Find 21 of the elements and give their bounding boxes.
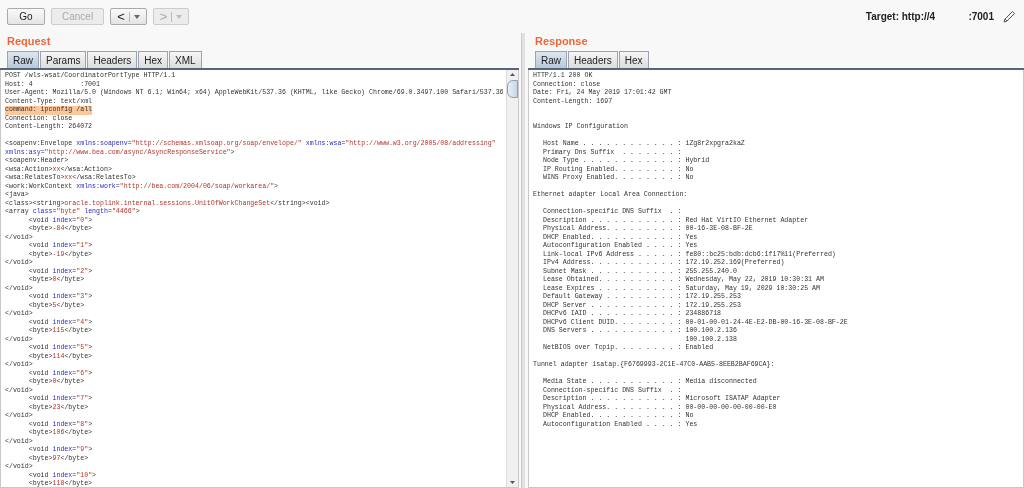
- pane-title: Response: [534, 34, 589, 49]
- pane-title: Request: [6, 34, 52, 49]
- tab[interactable]: Hex: [618, 51, 649, 68]
- pencil-icon[interactable]: [1002, 9, 1016, 24]
- toolbar-button[interactable]: Go: [7, 8, 45, 25]
- tab[interactable]: Hex: [138, 51, 169, 68]
- tab[interactable]: Raw: [7, 51, 39, 68]
- scroll-thumb[interactable]: [507, 80, 518, 98]
- response-editor[interactable]: [528, 70, 1024, 488]
- tab[interactable]: XML: [169, 51, 202, 68]
- request-editor[interactable]: [0, 70, 519, 488]
- caret-icon: [133, 14, 140, 19]
- tab[interactable]: Params: [40, 51, 87, 68]
- scrollbar[interactable]: [506, 70, 518, 487]
- scroll-down-icon[interactable]: [507, 478, 518, 487]
- target-label: Target: http://4 :7001: [865, 11, 994, 22]
- caret-icon: [176, 14, 183, 19]
- back-button[interactable]: <: [110, 8, 147, 25]
- tab[interactable]: Headers: [87, 51, 138, 68]
- tab[interactable]: Raw: [535, 51, 567, 68]
- tab[interactable]: Headers: [568, 51, 618, 68]
